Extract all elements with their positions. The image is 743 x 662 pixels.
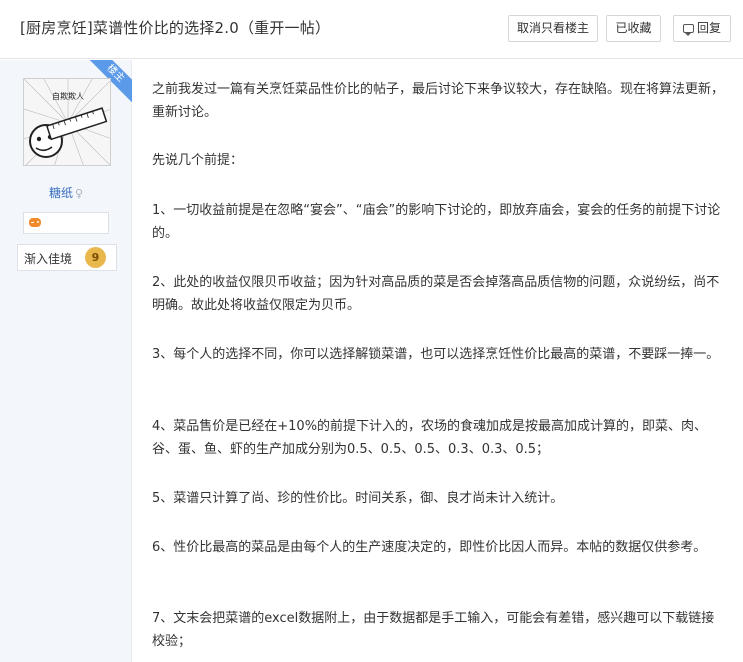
post-paragraph: 之前我发过一篇有关烹饪菜品性价比的帖子，最后讨论下来争议较大，存在缺陷。现在将算… [152,82,725,120]
post-paragraph: 2、此处的收益仅限贝币收益；因为针对高品质的菜是否会掉落高品质信物的问题，众说纷… [152,275,720,313]
thread-title: [厨房烹饪]菜谱性价比的选择2.0（重开一帖） [20,19,331,37]
favorited-button[interactable]: 已收藏 [606,15,661,42]
author-name-label: 糖纸 [48,186,73,200]
unfollow-only-op-button[interactable]: 取消只看楼主 [508,15,598,42]
post-paragraph: 先说几个前提： [152,153,244,168]
thread-header: [厨房烹饪]菜谱性价比的选择2.0（重开一帖） 取消只看楼主 已收藏 回复 [0,0,743,59]
post-paragraph: 3、每个人的选择不同，你可以选择解锁菜谱，也可以选择烹饪性价比最高的菜谱，不要踩… [152,347,720,362]
author-level [23,212,109,234]
post-paragraph: 6、性价比最高的菜品是由每个人的生产速度决定的，即性价比因人而异。本帖的数据仅供… [152,540,707,555]
gamepad-icon [29,218,41,227]
post-paragraph: 1、一切收益前提是在忽略“宴会”、“庙会”的影响下讨论的，即放弃庙会，宴会的任务… [152,203,721,241]
reply-button[interactable]: 回复 [673,15,731,42]
comment-icon [682,24,694,36]
avatar-caption: 自欺欺人 [52,91,84,101]
post-paragraph: 7、文末会把菜谱的excel数据附上，由于数据都是手工输入，可能会有差错，感兴趣… [152,611,715,649]
post-paragraph: 5、菜谱只计算了尚、珍的性价比。时间关系，御、良才尚未计入统计。 [152,491,564,506]
author-sidebar: 楼主 自欺欺人 糖纸 ♀ 渐入佳境 9 [0,60,132,662]
rank-label: 渐入佳境 [24,252,73,266]
avatar-image: 自欺欺人 [24,79,110,165]
avatar[interactable]: 自欺欺人 [23,78,111,166]
gender-icon: ♀ [74,187,84,200]
reply-label: 回复 [696,21,721,35]
post-paragraph: 4、菜品售价是已经在+10%的前提下计入的，农场的食魂加成是按最高加成计算的，即… [152,419,708,457]
author-name[interactable]: 糖纸 ♀ [0,184,132,201]
rank-level-badge: 9 [85,247,106,268]
author-rank: 渐入佳境 9 [17,244,117,271]
